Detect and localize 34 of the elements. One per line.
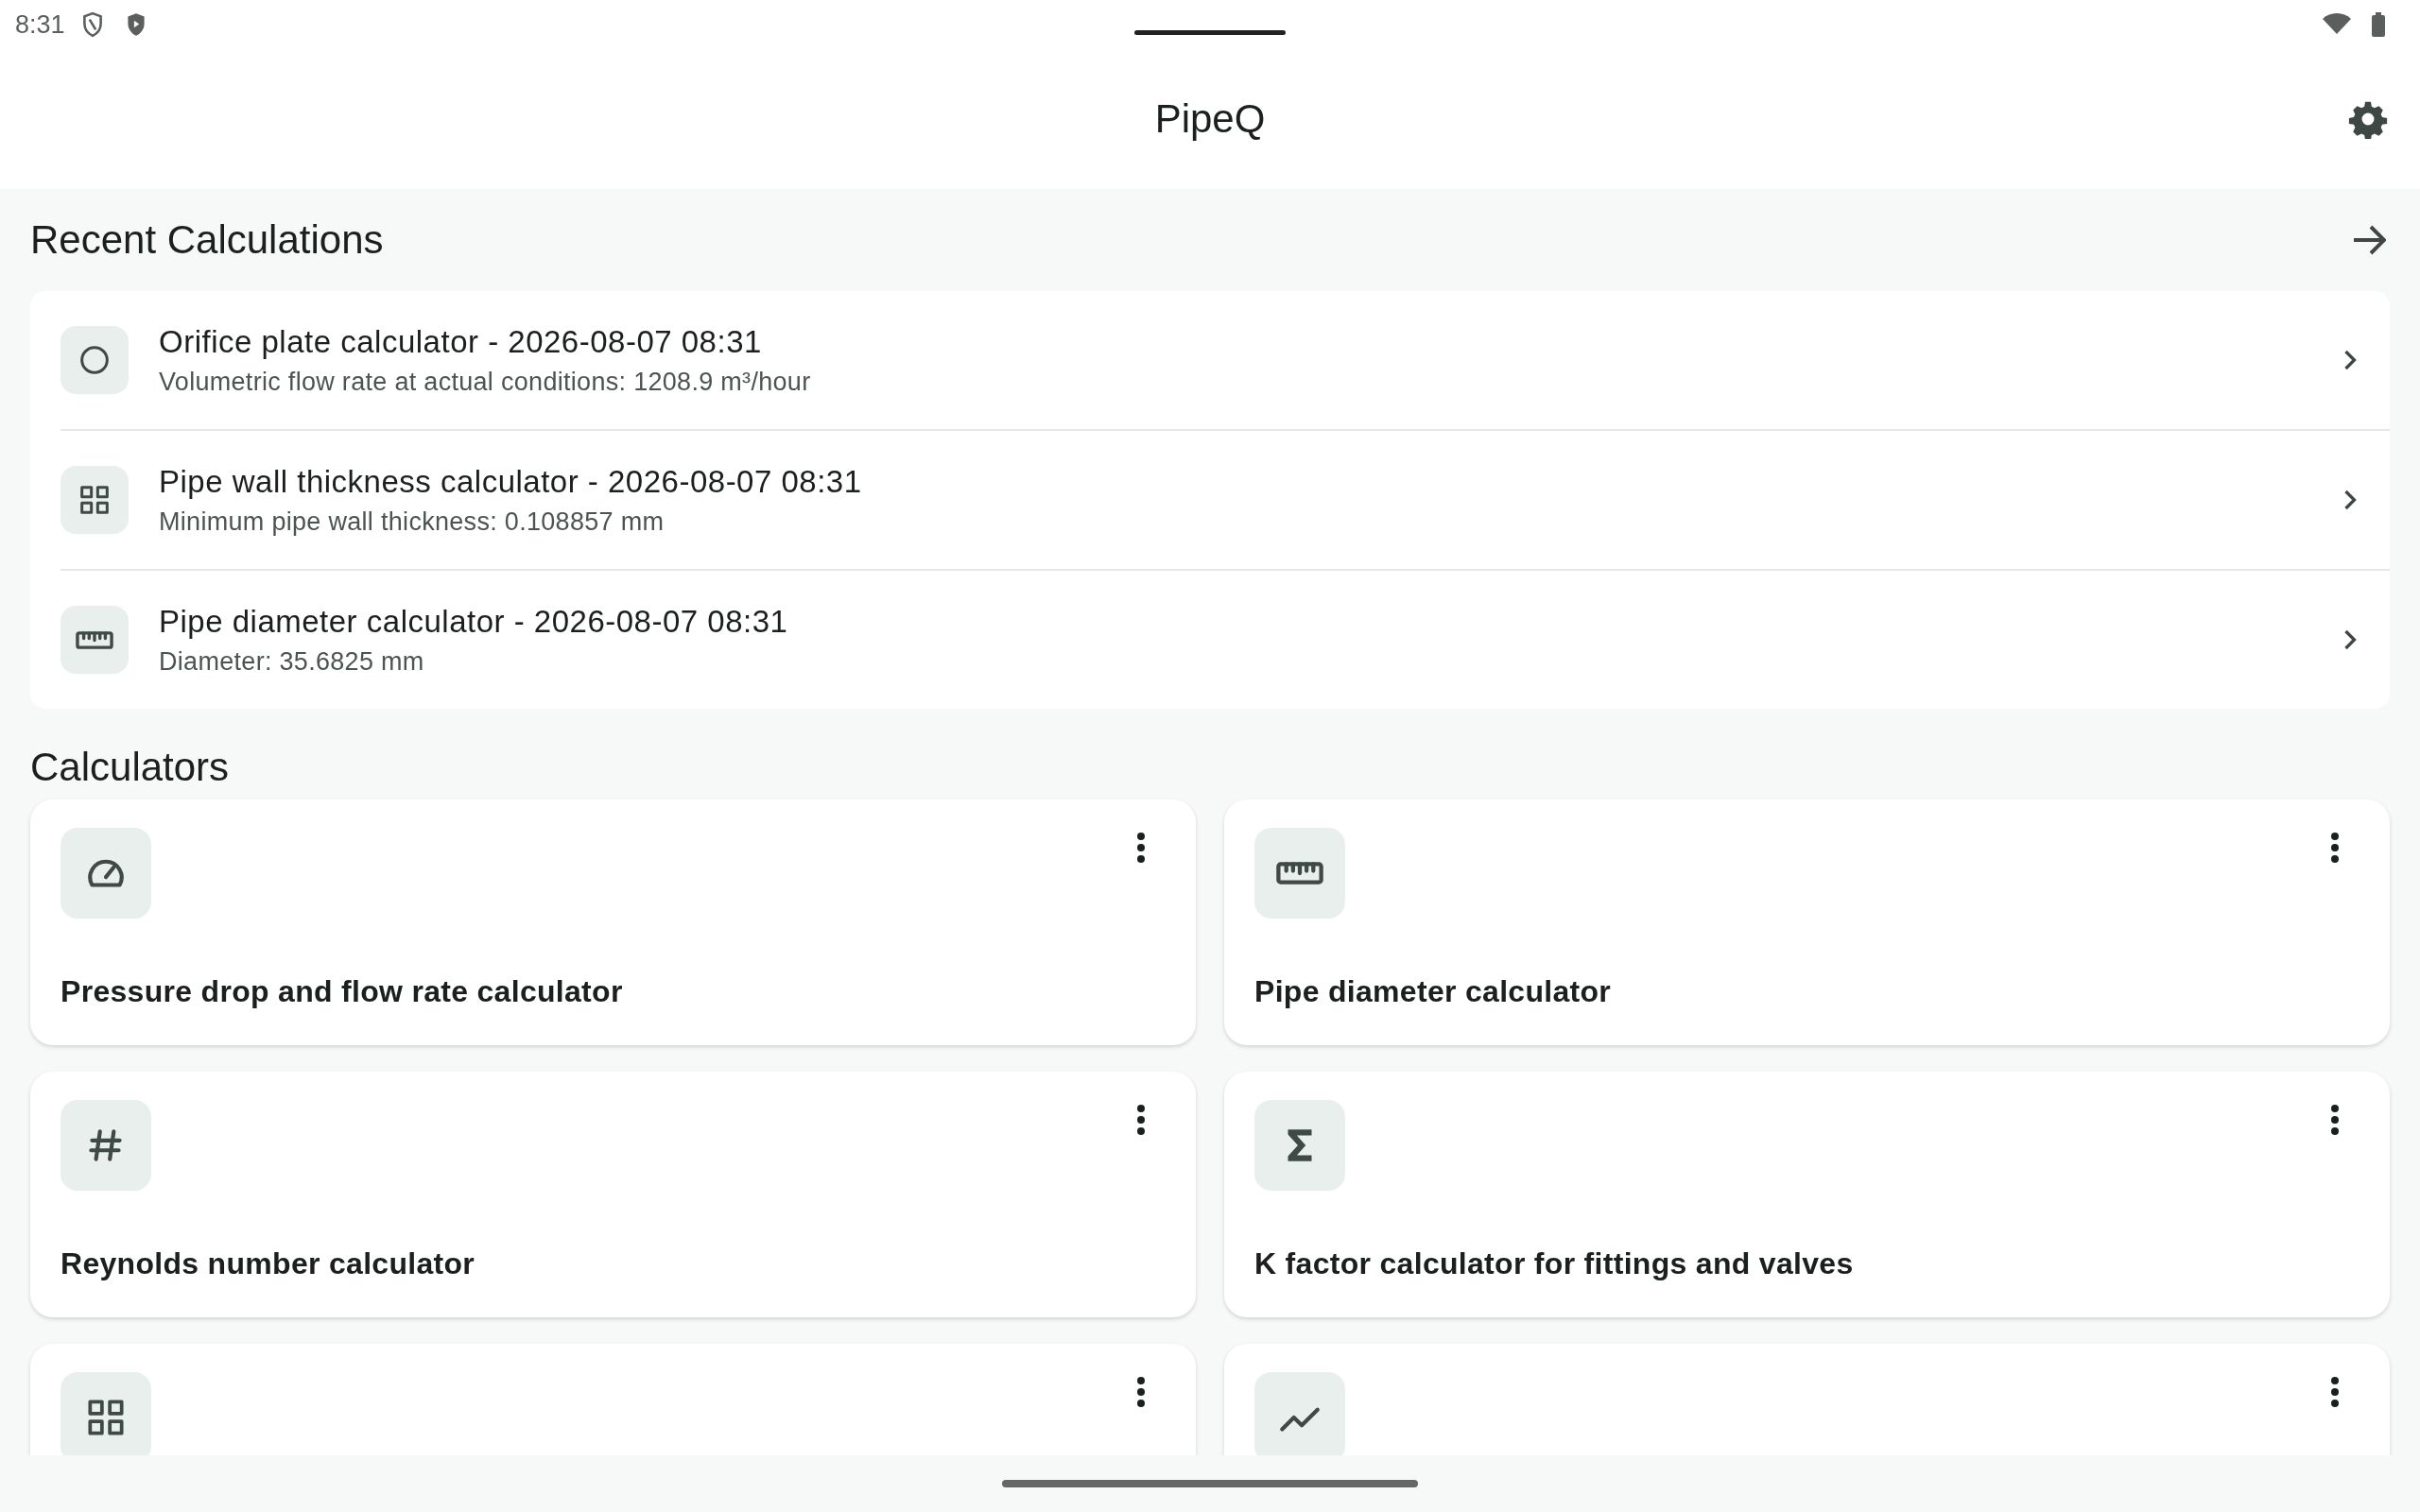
arrow-right-icon	[2352, 225, 2386, 255]
status-time: 8:31	[15, 9, 65, 40]
wifi-icon	[2322, 13, 2352, 36]
more-vert-icon	[2329, 1376, 2341, 1408]
more-vert-icon	[2329, 1104, 2341, 1136]
more-vert-icon	[1135, 832, 1147, 864]
ruler-icon	[76, 630, 113, 649]
section-title: Recent Calculations	[30, 217, 384, 263]
calculator-card[interactable]: Pipe diameter calculator	[1224, 799, 2390, 1045]
recent-result: Volumetric flow rate at actual conditions: 1208.9 m³/hour	[159, 367, 812, 397]
battery-icon	[2371, 12, 2386, 37]
recent-item[interactable]: Pipe wall thickness calculator - 2026-08-07 08:31 Minimum pipe wall thickness: 0.108857 mm	[60, 429, 2390, 569]
calculator-title: Reynolds number calculator	[60, 1246, 476, 1281]
ruler-icon	[1276, 862, 1323, 885]
recent-result: Diameter: 35.6825 mm	[159, 646, 425, 677]
calculator-title: K factor calculator for fittings and valves	[1254, 1246, 1855, 1281]
calculator-card[interactable]: K factor calculator for fittings and valves	[1224, 1072, 2390, 1317]
calculator-card[interactable]: Pressure drop and flow rate calculator	[30, 799, 1196, 1045]
recent-item[interactable]: Orifice plate calculator - 2026-08-07 08:31 Volumetric flow rate at actual conditions: 1208.9 m³/hour	[60, 291, 2390, 429]
app-title: PipeQ	[1154, 96, 1266, 142]
settings-icon	[2348, 99, 2388, 139]
more-vert-icon	[1135, 1376, 1147, 1408]
more-vert-icon	[1135, 1104, 1147, 1136]
recent-item[interactable]: Pipe diameter calculator - 2026-08-07 08:31 Diameter: 35.6825 mm	[60, 569, 2390, 709]
section-title: Calculators	[30, 745, 230, 790]
top-handle[interactable]	[1134, 30, 1286, 35]
recent-title: Pipe diameter calculator - 2026-08-07 08:31	[159, 603, 789, 640]
more-vert-icon	[2329, 832, 2341, 864]
recent-title: Orifice plate calculator - 2026-08-07 08:31	[159, 323, 763, 360]
calculator-title: Pressure drop and flow rate calculator	[60, 974, 624, 1009]
recent-title: Pipe wall thickness calculator - 2026-08-07 08:31	[159, 463, 863, 500]
calculator-card[interactable]: Reynolds number calculator	[30, 1072, 1196, 1317]
calculator-title: Pipe diameter calculator	[1254, 974, 1613, 1009]
recent-result: Minimum pipe wall thickness: 0.108857 mm	[159, 507, 666, 537]
